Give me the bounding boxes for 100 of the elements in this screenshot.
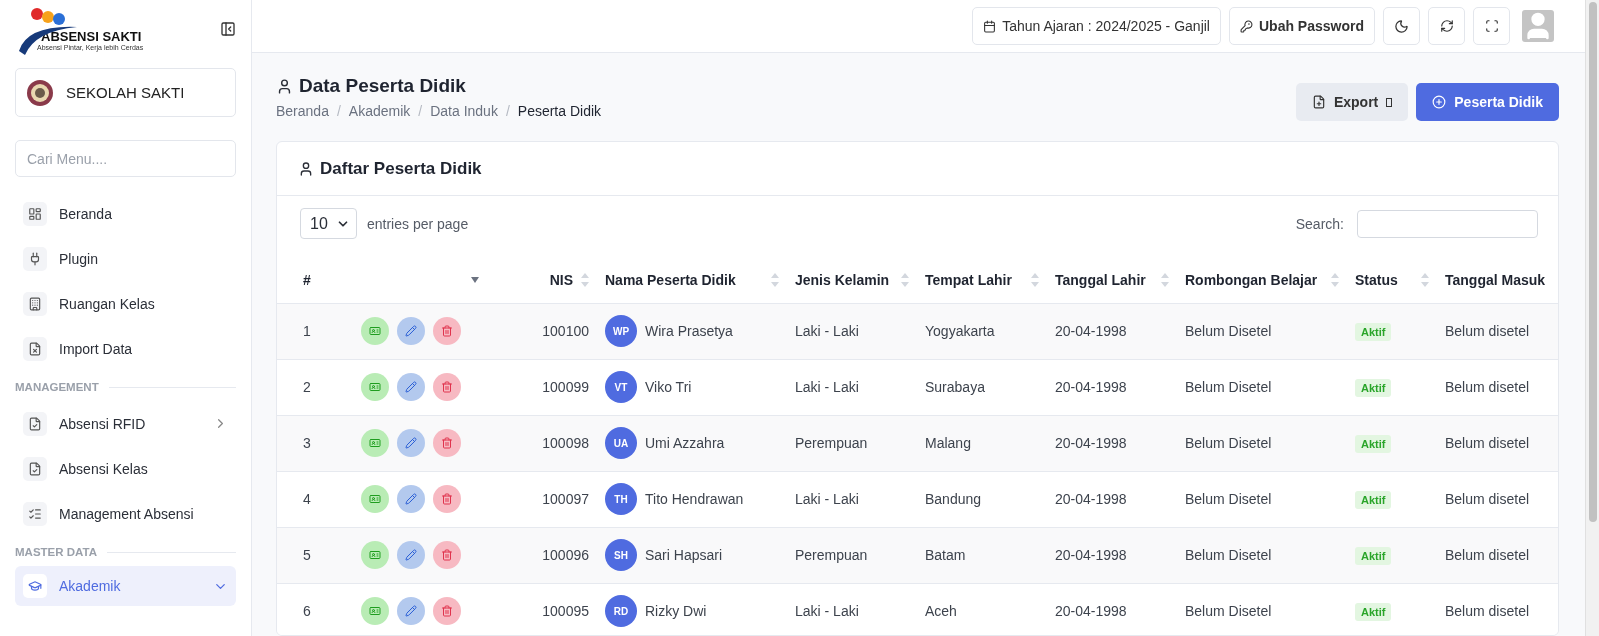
pencil-icon: [405, 437, 417, 449]
edit-button[interactable]: [397, 317, 425, 345]
table-cell: 100095: [487, 583, 597, 635]
initials-avatar: TH: [605, 483, 637, 515]
table-cell: 100098: [487, 415, 597, 471]
scrollbar[interactable]: [1585, 0, 1599, 636]
delete-button[interactable]: [433, 485, 461, 513]
sidebar-item[interactable]: Absensi RFID: [15, 401, 236, 446]
table-cell: 20-04-1998: [1047, 415, 1177, 471]
moon-icon: [1394, 18, 1409, 34]
school-year-button[interactable]: Tahun Ajaran : 2024/2025 - Ganjil: [972, 7, 1221, 45]
change-password-button[interactable]: Ubah Password: [1228, 7, 1375, 45]
sidebar-item-label: Absensi Kelas: [59, 460, 149, 477]
table-cell: 100099: [487, 359, 597, 415]
pencil-icon: [405, 381, 417, 393]
card-action-button[interactable]: [361, 429, 389, 457]
row-number: 2: [277, 359, 337, 415]
student-name: Tito Hendrawan: [645, 491, 744, 507]
sidebar-item-label: Plugin: [59, 250, 99, 267]
card-icon: [369, 605, 381, 617]
table-cell: 20-04-1998: [1047, 303, 1177, 359]
status-badge: Aktif: [1355, 435, 1392, 453]
table-cell: Surabaya: [917, 359, 1047, 415]
student-name: Umi Azzahra: [645, 435, 725, 451]
refresh-button[interactable]: [1428, 7, 1465, 45]
page-size-select[interactable]: 10: [300, 208, 357, 239]
card-title: Daftar Peserta Didik: [320, 158, 482, 179]
dropdown-caret-icon[interactable]: [471, 276, 479, 283]
row-number: 4: [277, 471, 337, 527]
delete-button[interactable]: [433, 373, 461, 401]
export-button[interactable]: Export: [1295, 83, 1409, 121]
sort-icon: [1421, 272, 1429, 287]
breadcrumb-item[interactable]: Beranda: [276, 103, 329, 119]
search-label: Search:: [1295, 215, 1344, 232]
sidebar-item[interactable]: Ruangan Kelas: [15, 281, 236, 326]
trash-icon: [441, 381, 453, 393]
edit-button[interactable]: [397, 597, 425, 625]
delete-button[interactable]: [433, 597, 461, 625]
delete-button[interactable]: [433, 541, 461, 569]
sidebar-item[interactable]: Beranda: [15, 191, 236, 236]
sidebar-item[interactable]: Absensi Kelas: [15, 446, 236, 491]
table-cell: Belum disetel: [1437, 471, 1558, 527]
column-header[interactable]: Nama Peserta Didik: [605, 271, 736, 288]
menu-search-field[interactable]: Cari Menu....: [15, 140, 236, 177]
sidebar-item[interactable]: Management Absensi: [15, 491, 236, 536]
table-cell: Belum Disetel: [1177, 415, 1347, 471]
table-cell: Belum disetel: [1437, 527, 1558, 583]
column-header[interactable]: Jenis Kelamin: [795, 271, 890, 288]
row-number: 5: [277, 527, 337, 583]
column-header[interactable]: Rombongan Belajar: [1185, 271, 1318, 288]
dark-mode-button[interactable]: [1383, 7, 1420, 45]
card-action-button[interactable]: [361, 485, 389, 513]
school-card[interactable]: SEKOLAH SAKTI: [15, 68, 236, 117]
student-name: Viko Tri: [645, 379, 692, 395]
table-cell: 100100: [487, 303, 597, 359]
card-action-button[interactable]: [361, 317, 389, 345]
menu-icon: [28, 296, 42, 311]
initials-avatar: RD: [605, 595, 637, 627]
table-cell: 20-04-1998: [1047, 471, 1177, 527]
sidebar-item[interactable]: Plugin: [15, 236, 236, 281]
card-icon: [369, 437, 381, 449]
trash-icon: [441, 437, 453, 449]
file-icon: [1311, 95, 1326, 109]
column-header[interactable]: Tempat Lahir: [925, 271, 1012, 288]
fullscreen-button[interactable]: [1473, 7, 1510, 45]
delete-button[interactable]: [433, 317, 461, 345]
sidebar-item[interactable]: Akademik: [15, 566, 236, 606]
card-action-button[interactable]: [361, 373, 389, 401]
column-header[interactable]: NIS: [549, 271, 573, 288]
card-icon: [369, 493, 381, 505]
edit-button[interactable]: [397, 541, 425, 569]
menu-icon: [28, 579, 42, 593]
sidebar-toggle-icon[interactable]: [220, 21, 236, 37]
table-cell: Yogyakarta: [917, 303, 1047, 359]
table-cell: 20-04-1998: [1047, 359, 1177, 415]
table-cell: Laki - Laki: [787, 303, 917, 359]
column-header[interactable]: Tanggal Lahir: [1055, 271, 1146, 288]
add-student-button[interactable]: Peserta Didik: [1416, 83, 1559, 121]
row-number: 1: [277, 303, 337, 359]
key-icon: [1239, 19, 1253, 33]
column-header[interactable]: Status: [1355, 271, 1398, 288]
edit-button[interactable]: [397, 373, 425, 401]
edit-button[interactable]: [397, 485, 425, 513]
table-cell: Aceh: [917, 583, 1047, 635]
card-action-button[interactable]: [361, 597, 389, 625]
fullscreen-icon: [1484, 19, 1499, 33]
table-cell: Bandung: [917, 471, 1047, 527]
table-cell: 20-04-1998: [1047, 527, 1177, 583]
card-action-button[interactable]: [361, 541, 389, 569]
delete-button[interactable]: [433, 429, 461, 457]
table-cell: Laki - Laki: [787, 359, 917, 415]
edit-button[interactable]: [397, 429, 425, 457]
breadcrumb-item[interactable]: Akademik: [348, 103, 411, 119]
table-search-field[interactable]: [1357, 209, 1538, 238]
breadcrumb-item[interactable]: Data Induk: [430, 103, 498, 119]
initials-avatar: VT: [605, 371, 637, 403]
card-icon: [369, 549, 381, 561]
sidebar-item[interactable]: Import Data: [15, 326, 236, 371]
brand-name: ABSENSI SAKTI: [41, 29, 143, 44]
breadcrumb-separator: /: [336, 103, 341, 119]
